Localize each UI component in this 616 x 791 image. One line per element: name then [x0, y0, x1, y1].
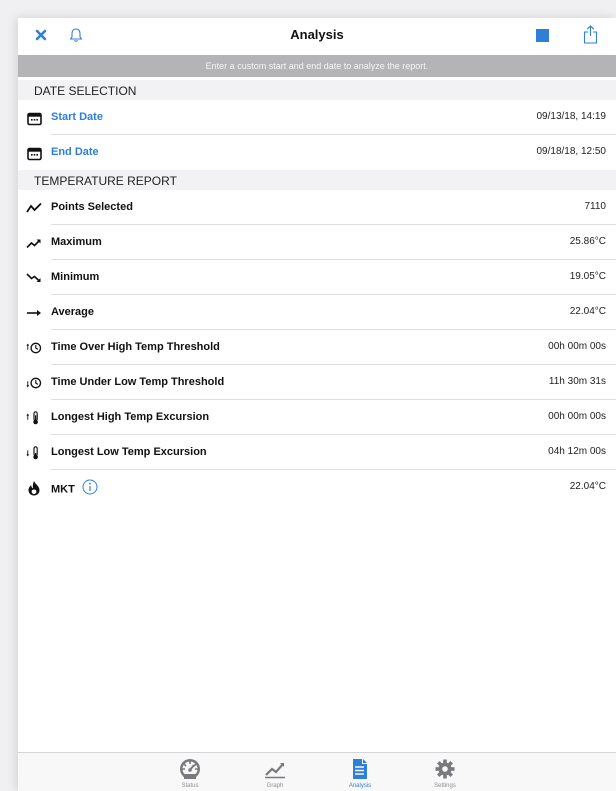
graph-icon — [265, 763, 285, 779]
info-icon — [82, 479, 98, 495]
tab-graph[interactable]: Graph — [245, 753, 305, 791]
app-screen: Analysis Enter a custom start and end da… — [18, 18, 616, 791]
time-over-high-threshold-label: Time Over High Temp Threshold — [51, 341, 220, 353]
trend-up-icon — [26, 235, 42, 251]
tab-bar: Status Graph Analysis Settings — [18, 752, 616, 791]
share-icon — [583, 24, 597, 44]
start-date-label: Start Date — [51, 111, 103, 123]
longest-low-excursion-label: Longest Low Temp Excursion — [51, 446, 207, 458]
mkt-label-group: MKT — [51, 479, 98, 498]
thermometer-down-icon — [26, 445, 42, 461]
maximum-row: Maximum 25.86°C — [18, 225, 616, 260]
time-under-low-threshold-label: Time Under Low Temp Threshold — [51, 376, 225, 388]
section-header-date-selection: DATE SELECTION — [18, 80, 616, 100]
points-selected-row: Points Selected 7110 — [18, 190, 616, 225]
flame-icon — [26, 480, 42, 496]
zigzag-icon — [26, 200, 42, 216]
start-date-value: 09/13/18, 14:19 — [536, 111, 606, 122]
trend-down-icon — [26, 270, 42, 286]
minimum-value: 19.05°C — [569, 271, 606, 282]
arrow-right-icon — [26, 305, 42, 321]
time-over-high-threshold-row: Time Over High Temp Threshold 00h 00m 00… — [18, 330, 616, 365]
gear-icon — [435, 759, 455, 779]
time-under-low-threshold-row: Time Under Low Temp Threshold 11h 30m 31… — [18, 365, 616, 400]
calendar-icon — [26, 110, 42, 126]
clock-down-icon — [26, 375, 42, 391]
speedometer-icon — [180, 759, 200, 779]
minimum-label: Minimum — [51, 271, 100, 283]
mkt-row: MKT 22.04°C — [18, 470, 616, 505]
end-date-value: 09/18/18, 12:50 — [536, 146, 606, 157]
longest-high-excursion-row: Longest High Temp Excursion 00h 00m 00s — [18, 400, 616, 435]
stop-icon — [535, 28, 549, 42]
share-button[interactable] — [582, 24, 598, 44]
average-value: 22.04°C — [569, 306, 606, 317]
tab-label: Status — [181, 783, 199, 789]
section-title: TEMPERATURE REPORT — [34, 174, 177, 188]
longest-low-excursion-value: 04h 12m 00s — [548, 446, 606, 457]
tab-label: Settings — [434, 783, 456, 789]
end-date-row[interactable]: End Date 09/18/18, 12:50 — [18, 135, 616, 170]
minimum-row: Minimum 19.05°C — [18, 260, 616, 295]
tab-status[interactable]: Status — [160, 753, 220, 791]
end-date-label: End Date — [51, 146, 99, 158]
info-banner: Enter a custom start and end date to ana… — [18, 55, 616, 77]
tab-label: Graph — [266, 783, 284, 789]
page-title: Analysis — [290, 27, 344, 42]
mkt-label: MKT — [51, 483, 75, 496]
tab-label: Analysis — [348, 783, 372, 789]
points-selected-value: 7110 — [584, 201, 606, 212]
clock-up-icon — [26, 340, 42, 356]
start-date-row[interactable]: Start Date 09/13/18, 14:19 — [18, 100, 616, 135]
thermometer-up-icon — [26, 410, 42, 426]
longest-high-excursion-value: 00h 00m 00s — [548, 411, 606, 422]
section-header-temperature-report: TEMPERATURE REPORT — [18, 170, 616, 190]
section-title: DATE SELECTION — [34, 84, 137, 98]
time-over-high-threshold-value: 00h 00m 00s — [548, 341, 606, 352]
tab-analysis[interactable]: Analysis — [330, 753, 390, 791]
maximum-label: Maximum — [51, 236, 102, 248]
stop-button[interactable] — [535, 28, 549, 42]
longest-low-excursion-row: Longest Low Temp Excursion 04h 12m 00s — [18, 435, 616, 470]
navigation-bar: Analysis — [18, 18, 616, 52]
average-label: Average — [51, 306, 95, 318]
mkt-info-button[interactable] — [82, 479, 98, 498]
time-under-low-threshold-value: 11h 30m 31s — [548, 376, 606, 387]
points-selected-label: Points Selected — [51, 201, 133, 213]
longest-high-excursion-label: Longest High Temp Excursion — [51, 411, 210, 423]
average-row: Average 22.04°C — [18, 295, 616, 330]
tab-settings[interactable]: Settings — [415, 753, 475, 791]
document-icon — [353, 759, 367, 779]
mkt-value: 22.04°C — [569, 481, 606, 492]
calendar-icon — [26, 145, 42, 161]
maximum-value: 25.86°C — [569, 236, 606, 247]
